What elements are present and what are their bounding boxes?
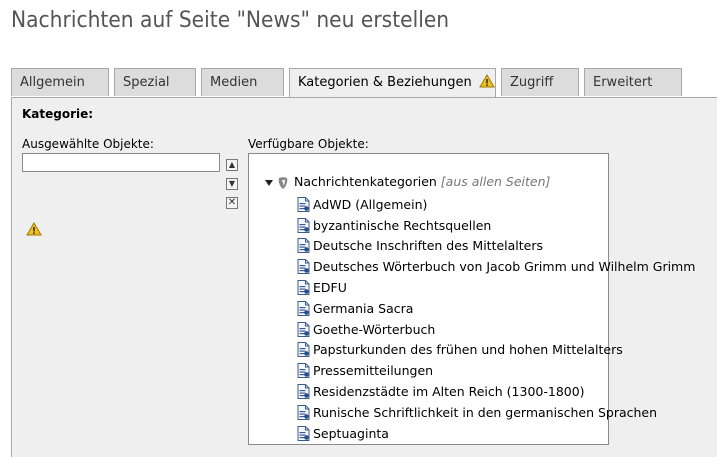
tree-root-hint: [aus allen Seiten]: [440, 174, 551, 189]
category-icon: [297, 280, 310, 296]
tree-item[interactable]: Goethe-Wörterbuch: [297, 319, 695, 340]
tree-item-label: Deutsches Wörterbuch von Jacob Grimm und…: [313, 259, 696, 275]
tab-label: Kategorien & Beziehungen: [298, 75, 472, 90]
tree-item[interactable]: AdWD (Allgemein): [297, 194, 695, 215]
category-icon: [297, 217, 310, 233]
tree-item[interactable]: Runische Schriftlichkeit in den germanis…: [297, 402, 695, 423]
category-icon: [297, 196, 310, 212]
category-icon: [297, 321, 310, 337]
tree-item-label: Runische Schriftlichkeit in den germanis…: [313, 404, 658, 420]
tab-label: Zugriff: [510, 75, 554, 90]
tree-item[interactable]: Septuaginta: [297, 423, 695, 444]
tab-label: Allgemein: [20, 75, 85, 90]
tree-item-label: Papsturkunden des frühen und hohen Mitte…: [313, 342, 623, 358]
tab-zugriff[interactable]: Zugriff: [501, 68, 579, 96]
tab-label: Spezial: [123, 75, 170, 90]
tree-item-label: Septuaginta: [313, 425, 389, 441]
tree-item-label: byzantinische Rechtsquellen: [313, 217, 492, 233]
tab-bar: Allgemein Spezial Medien Kategorien & Be…: [11, 68, 717, 98]
tree-item[interactable]: Germania Sacra: [297, 298, 695, 319]
tree-item[interactable]: Deutsches Wörterbuch von Jacob Grimm und…: [297, 256, 695, 277]
tree-item[interactable]: Deutsche Inschriften des Mittelalters: [297, 236, 695, 257]
tab-erweitert[interactable]: Erweitert: [584, 68, 682, 96]
move-up-button[interactable]: ▲: [226, 159, 238, 171]
tab-kategorien-beziehungen[interactable]: Kategorien & Beziehungen: [289, 68, 496, 98]
selected-objects-label: Ausgewählte Objekte:: [22, 137, 154, 151]
tree-item[interactable]: Residenzstädte im Alten Reich (1300-1800…: [297, 381, 695, 402]
tree-root[interactable]: Nachrichtenkategorien [aus allen Seiten]: [265, 174, 550, 190]
section-label: Kategorie:: [22, 107, 94, 121]
tree-item-label: Deutsche Inschriften des Mittelalters: [313, 238, 544, 254]
tree-item-label: Residenzstädte im Alten Reich (1300-1800…: [313, 384, 585, 400]
tab-label: Medien: [210, 75, 258, 90]
tree-item[interactable]: byzantinische Rechtsquellen: [297, 215, 695, 236]
warning-icon: [478, 74, 495, 88]
tab-allgemein[interactable]: Allgemein: [11, 68, 109, 96]
tab-medien[interactable]: Medien: [201, 68, 284, 96]
tab-label: Erweitert: [593, 75, 653, 90]
tree-item-label: Germania Sacra: [313, 300, 414, 316]
category-icon: [297, 363, 310, 379]
tree-items: AdWD (Allgemein) byzantinische Rechtsquel…: [297, 194, 695, 444]
page-title: Nachrichten auf Seite "News" neu erstell…: [11, 8, 450, 33]
tree-item[interactable]: EDFU: [297, 277, 695, 298]
tree-item[interactable]: Pressemitteilungen: [297, 360, 695, 381]
tree-item-label: Goethe-Wörterbuch: [313, 321, 436, 337]
available-objects-tree[interactable]: Nachrichtenkategorien [aus allen Seiten]…: [248, 153, 695, 445]
tab-spezial[interactable]: Spezial: [114, 68, 196, 96]
category-icon: [297, 300, 310, 316]
category-icon: [297, 425, 310, 441]
category-icon: [297, 342, 310, 358]
selected-objects-list[interactable]: [22, 153, 220, 172]
tree-root-label: Nachrichtenkategorien: [294, 174, 437, 189]
category-icon: [297, 384, 310, 400]
tab-panel: Kategorie: Ausgewählte Objekte: ▲ ▼ ✕ Ve…: [11, 97, 717, 457]
available-objects-label: Verfügbare Objekte:: [248, 137, 369, 151]
warning-icon: [26, 222, 42, 236]
category-icon: [297, 404, 310, 420]
tree-item-label: Pressemitteilungen: [313, 363, 434, 379]
tree-item[interactable]: Papsturkunden des frühen und hohen Mitte…: [297, 340, 695, 361]
move-down-button[interactable]: ▼: [226, 178, 238, 190]
tree-item-label: EDFU: [313, 280, 347, 296]
category-icon: [297, 238, 310, 254]
category-icon: [297, 259, 310, 275]
remove-button[interactable]: ✕: [226, 197, 238, 209]
collapse-arrow-icon[interactable]: [265, 179, 273, 186]
tree-item-label: AdWD (Allgemein): [313, 196, 428, 212]
typo3-logo-icon: [278, 176, 288, 189]
